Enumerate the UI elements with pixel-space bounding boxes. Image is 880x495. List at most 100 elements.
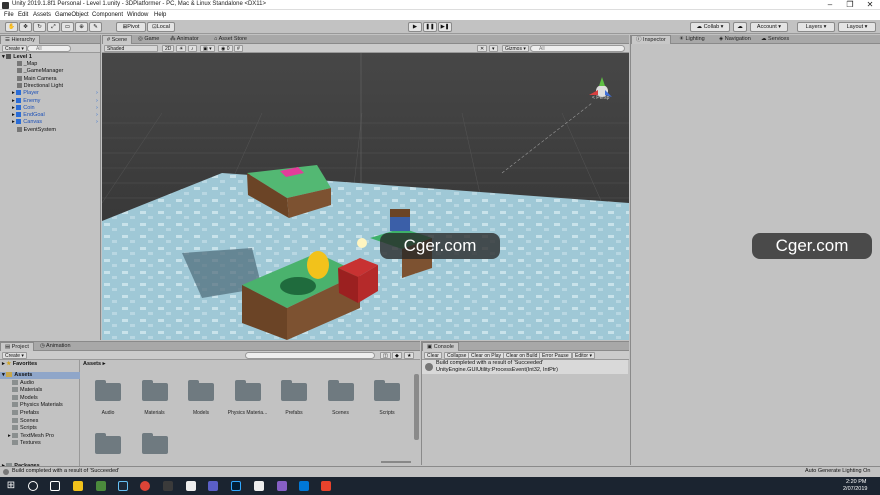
prefab-chevron-icon[interactable]: › (96, 105, 98, 112)
console-entry[interactable]: Build completed with a result of 'Succee… (422, 360, 628, 374)
custom-tool-icon[interactable]: ✎ (89, 22, 102, 32)
tab-game[interactable]: ◎ Game (134, 35, 163, 44)
menu-gameobject[interactable]: GameObject (55, 12, 89, 18)
console-clear-on-build-button[interactable]: Clear on Build (503, 352, 541, 359)
console-collapse-button[interactable]: Collapse (444, 352, 470, 359)
unity-icon[interactable] (186, 481, 196, 491)
gizmos-dropdown[interactable]: Gizmos ▾ (502, 45, 529, 52)
project-create-button[interactable]: Create ▾ (2, 352, 27, 359)
menu-component[interactable]: Component (92, 12, 123, 18)
tab-navigation[interactable]: ◈ Navigation (715, 35, 755, 44)
project-tree-item[interactable]: Prefabs (12, 409, 39, 417)
services-cloud-button[interactable]: ☁ (733, 22, 747, 32)
project-tree-item[interactable]: Models (12, 394, 38, 402)
menu-file[interactable]: File (4, 12, 14, 18)
account-dropdown[interactable]: Account ▾ (750, 22, 788, 32)
recorder-icon[interactable] (321, 481, 331, 491)
hierarchy-item[interactable]: Directional Light (12, 82, 112, 90)
hierarchy-create-button[interactable]: Create ▾ (2, 45, 27, 52)
2d-toggle[interactable]: 2D (162, 45, 175, 52)
play-button[interactable]: ▶ (408, 22, 422, 32)
steam-icon[interactable] (118, 481, 128, 491)
shading-mode-dropdown[interactable]: Shaded (104, 45, 158, 52)
tab-asset-store[interactable]: ⌂ Asset Store (210, 35, 251, 44)
auto-generate-lighting[interactable]: Auto Generate Lighting On (805, 468, 870, 474)
project-scrollbar[interactable] (414, 374, 419, 440)
persp-label[interactable]: < Persp (592, 95, 609, 101)
console-clear-button[interactable]: Clear (424, 352, 442, 359)
minecraft-icon[interactable] (96, 481, 106, 491)
project-tree-item[interactable]: ▸ TextMesh Pro (8, 432, 54, 440)
minimize-button[interactable]: – (820, 0, 840, 10)
layout-dropdown[interactable]: Layout ▾ (838, 22, 876, 32)
folder-icon[interactable] (372, 379, 402, 401)
tab-project[interactable]: ▤ Project (0, 342, 34, 351)
maximize-button[interactable]: ❐ (840, 0, 860, 10)
favorites-row[interactable]: ▸ ★ Favorites (2, 361, 37, 368)
folder-icon[interactable] (233, 379, 263, 401)
lighting-toggle-icon[interactable]: ☀ (176, 45, 187, 52)
folder-icon[interactable] (279, 379, 309, 401)
scene-camera-icon[interactable]: ✕ (477, 45, 488, 52)
monitor-app-icon[interactable] (299, 481, 309, 491)
tab-hierarchy[interactable]: ☰ Hierarchy (0, 35, 41, 44)
project-search-input[interactable] (245, 352, 375, 359)
favorite-star-icon[interactable]: ★ (404, 352, 415, 359)
effects-toggle-icon[interactable]: ▣ ▾ (200, 45, 215, 52)
project-tree-item[interactable]: Scenes (12, 417, 38, 425)
hierarchy-item[interactable]: _Map (12, 61, 112, 68)
collab-dropdown[interactable]: ☁ Collab ▾ (690, 22, 730, 32)
prefab-chevron-icon[interactable]: › (96, 90, 98, 97)
folder-icon[interactable] (93, 432, 123, 454)
filter-type-icon[interactable]: ◫ (380, 352, 391, 359)
hierarchy-item[interactable]: ▸ Player › (12, 90, 112, 97)
step-button[interactable]: ▶❚ (438, 22, 452, 32)
folder-icon[interactable] (186, 379, 216, 401)
project-tree-item[interactable]: Physics Materials (12, 402, 63, 409)
close-button[interactable]: ✕ (860, 0, 880, 10)
pivot-toggle[interactable]: ⊞Pivot (116, 22, 146, 32)
hand-tool-icon[interactable]: ✋ (5, 22, 18, 32)
scale-tool-icon[interactable]: ⤢ (47, 22, 60, 32)
move-tool-icon[interactable]: ✥ (19, 22, 32, 32)
project-tree-item[interactable]: Materials (12, 387, 42, 394)
hierarchy-item[interactable]: ▸ EndGoal › (12, 112, 112, 119)
filter-label-icon[interactable]: ◆ (392, 352, 402, 359)
hierarchy-item[interactable]: ▸ Coin › (12, 104, 112, 112)
status-message[interactable]: Build completed with a result of 'Succee… (12, 468, 119, 474)
folder-icon[interactable] (326, 379, 356, 401)
breadcrumb[interactable]: Assets ▸ (81, 360, 420, 368)
prefab-chevron-icon[interactable]: › (96, 98, 98, 105)
menu-window[interactable]: Window (127, 12, 148, 18)
hierarchy-item[interactable]: EventSystem (12, 126, 112, 134)
visual-studio-icon[interactable] (277, 481, 287, 491)
project-tree-item[interactable]: Scripts (12, 425, 37, 432)
hierarchy-item[interactable]: Main Camera (12, 75, 112, 83)
assets-row[interactable]: ▾ Assets (0, 372, 80, 379)
prefab-chevron-icon[interactable]: › (96, 112, 98, 119)
icon-size-slider[interactable] (381, 461, 411, 463)
chrome-icon[interactable] (140, 481, 150, 491)
app-icon[interactable] (208, 481, 218, 491)
tab-services[interactable]: ☁ Services (757, 35, 793, 44)
scene-settings-icon[interactable]: ▾ (489, 45, 498, 52)
unity-editor-taskbar-icon[interactable] (254, 481, 264, 491)
project-tree-item[interactable]: Audio (12, 379, 34, 387)
task-view-icon[interactable] (50, 481, 60, 491)
search-icon[interactable] (28, 481, 38, 491)
console-clear-on-play-button[interactable]: Clear on Play (468, 352, 505, 359)
unity-hub-icon[interactable] (163, 481, 173, 491)
scene-search-input[interactable]: All (530, 45, 625, 52)
tab-scene[interactable]: # Scene (102, 35, 133, 44)
menu-help[interactable]: Help (154, 12, 166, 18)
tab-lighting[interactable]: ☀ Lighting (675, 35, 709, 44)
hierarchy-item[interactable]: ▸ Canvas › (12, 119, 112, 126)
transform-tool-icon[interactable]: ⊕ (75, 22, 88, 32)
project-tree-item[interactable]: Textures (12, 440, 41, 447)
console-editor-dropdown[interactable]: Editor ▾ (572, 352, 595, 359)
windows-start-icon[interactable]: ⊞ (6, 481, 16, 491)
folder-icon[interactable] (93, 379, 123, 401)
local-toggle[interactable]: ⊡Local (147, 22, 175, 32)
photoshop-icon[interactable] (231, 481, 241, 491)
folder-icon[interactable] (140, 432, 170, 454)
